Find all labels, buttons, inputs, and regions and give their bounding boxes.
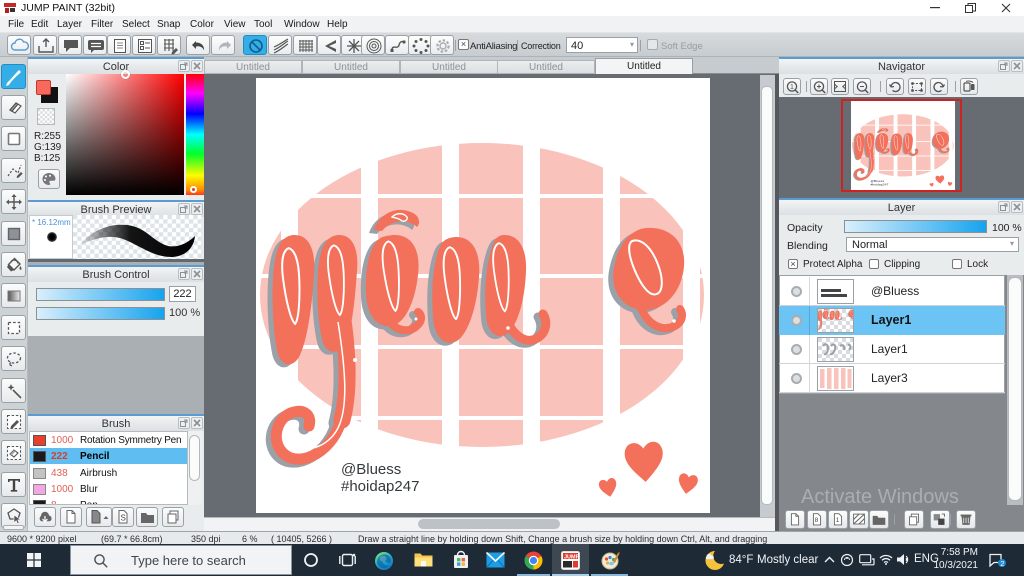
svg-text:@Bluess: @Bluess: [341, 461, 401, 478]
svg-text:2: 2: [1000, 559, 1004, 568]
svg-text:1: 1: [790, 84, 794, 91]
svg-text:1: 1: [836, 517, 840, 524]
svg-text:8: 8: [815, 517, 819, 524]
svg-text:#hoidap247: #hoidap247: [341, 478, 419, 495]
svg-text:JUMP: JUMP: [564, 554, 580, 560]
svg-text:S: S: [121, 514, 126, 523]
